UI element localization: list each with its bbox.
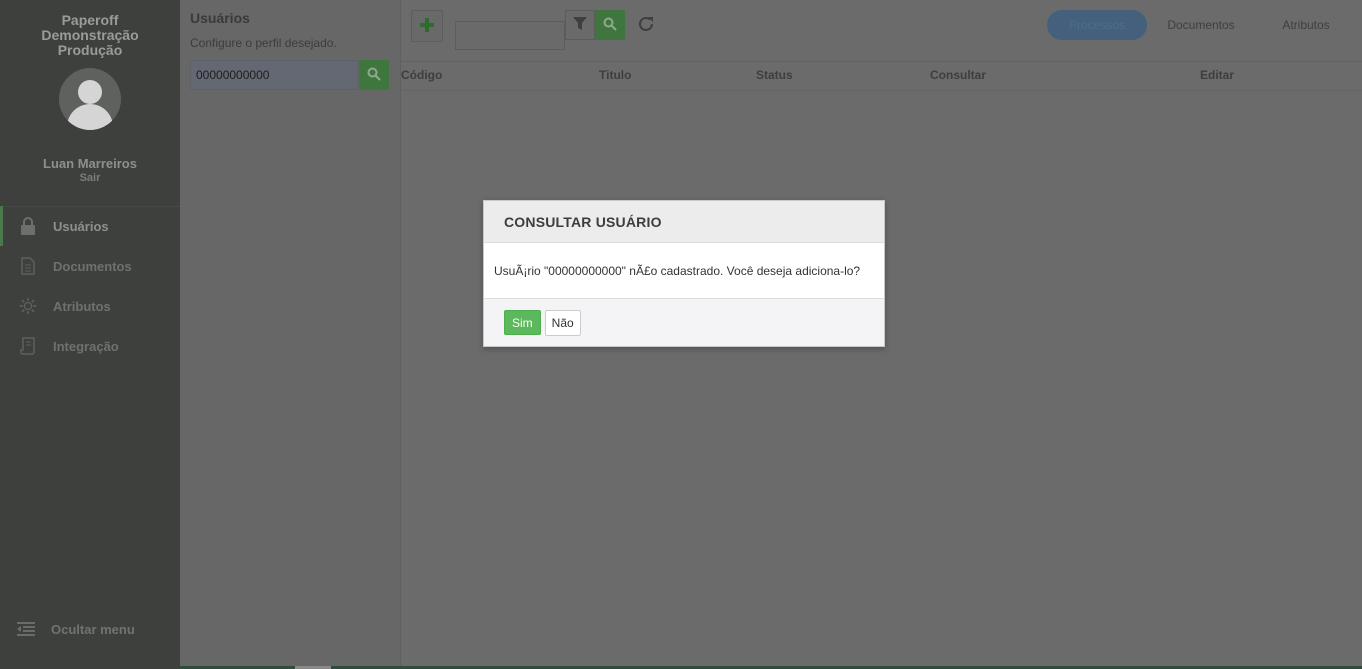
panel-title: Usuários — [190, 10, 250, 26]
refresh-icon — [637, 15, 655, 36]
gear-icon — [19, 297, 37, 315]
logout-link[interactable]: Sair — [0, 172, 180, 184]
column-header-status: Status — [756, 68, 793, 82]
sidebar-item-integracao[interactable]: Integração — [0, 326, 180, 366]
filter-input[interactable] — [455, 21, 565, 50]
sidebar-item-label: Usuários — [53, 218, 109, 234]
sidebar-item-label: Documentos — [53, 258, 132, 274]
dialog-footer: Sim Não — [484, 299, 884, 346]
sidebar-item-label: Atributos — [53, 298, 111, 314]
sidebar-item-atributos[interactable]: Atributos — [0, 286, 180, 326]
sidebar: Paperoff Demonstração Produção Luan Marr… — [0, 0, 180, 669]
column-header-editar: Editar — [1200, 68, 1235, 82]
consult-user-dialog: CONSULTAR USUÁRIO UsuÃ¡rio "00000000000"… — [483, 200, 885, 347]
menu-collapse-icon — [17, 620, 35, 638]
user-name: Luan Marreiros — [43, 156, 137, 171]
column-header-codigo: Código — [401, 68, 443, 82]
no-button[interactable]: Não — [544, 309, 581, 336]
lock-icon — [19, 217, 37, 235]
document-icon — [19, 257, 37, 275]
scroll-icon — [19, 337, 37, 355]
sidebar-item-usuarios[interactable]: Usuários — [0, 206, 183, 246]
tab-atributos[interactable]: Atributos — [1271, 10, 1341, 40]
tab-processos[interactable]: Processos — [1047, 10, 1147, 40]
search-button[interactable] — [595, 10, 625, 40]
sidebar-item-label: Integração — [53, 338, 119, 354]
dialog-message: UsuÃ¡rio "00000000000" nÃ£o cadastrado. … — [484, 243, 884, 299]
avatar — [59, 68, 121, 130]
dialog-title: CONSULTAR USUÁRIO — [484, 201, 884, 243]
panel-subtitle: Configure o perfil desejado. — [190, 36, 337, 50]
search-icon — [603, 17, 617, 34]
divider — [401, 61, 1362, 62]
hide-menu-button[interactable]: Ocultar menu — [0, 620, 180, 638]
divider — [401, 90, 1362, 91]
user-search-input[interactable]: 00000000000 — [190, 60, 358, 90]
hide-menu-label: Ocultar menu — [51, 621, 135, 637]
filter-icon — [573, 16, 587, 34]
add-button[interactable] — [411, 10, 443, 42]
column-header-consultar: Consultar — [930, 68, 987, 82]
sidebar-item-documentos[interactable]: Documentos — [0, 246, 180, 286]
tab-documentos[interactable]: Documentos — [1161, 10, 1241, 40]
column-header-titulo: Titulo — [599, 68, 632, 82]
filter-button[interactable] — [565, 10, 595, 40]
search-icon — [367, 67, 381, 84]
refresh-button[interactable] — [635, 14, 657, 36]
plus-icon — [420, 17, 434, 35]
yes-button[interactable]: Sim — [504, 310, 541, 335]
brand-title: Paperoff Demonstração Produção — [41, 12, 139, 58]
users-panel: Usuários Configure o perfil desejado. 00… — [180, 0, 401, 669]
user-search-button[interactable] — [359, 60, 389, 90]
